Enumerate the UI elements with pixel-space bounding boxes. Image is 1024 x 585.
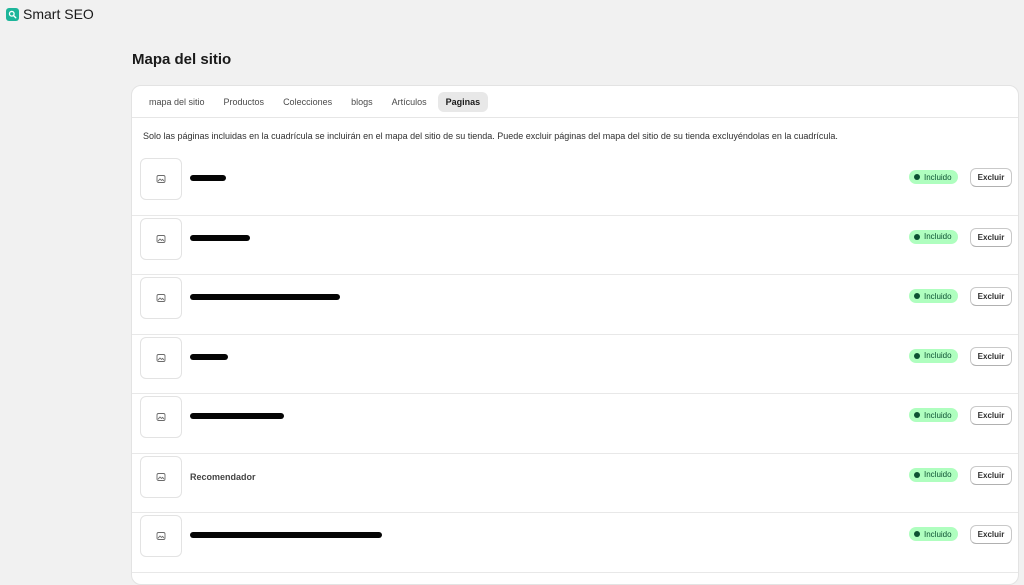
redaction-mark [190, 234, 250, 241]
exclude-button[interactable]: Excluir [970, 465, 1012, 485]
image-placeholder-icon [140, 217, 182, 260]
status-dot-icon [914, 531, 920, 537]
pages-list: Incluido Excluir Incluido Excluir Inclui… [132, 156, 1018, 573]
exclude-button[interactable]: Excluir [970, 346, 1012, 366]
sitemap-card: mapa del sitio Productos Colecciones blo… [131, 85, 1019, 585]
list-item: Incluido Excluir [132, 513, 1018, 573]
image-placeholder-icon [140, 396, 182, 438]
status-dot-icon [914, 174, 920, 180]
list-item: Incluido Excluir [132, 275, 1018, 335]
tab-sitemap[interactable]: mapa del sitio [141, 92, 213, 112]
status-badge: Incluido [909, 408, 958, 422]
list-item: Recomendador Incluido Excluir [132, 454, 1018, 513]
status-dot-icon [914, 412, 920, 418]
image-placeholder-icon [140, 336, 182, 379]
app-name: Smart SEO [23, 6, 94, 22]
redaction-mark [190, 413, 284, 419]
tab-pages[interactable]: Paginas [437, 91, 489, 112]
redaction-mark [190, 353, 228, 360]
status-badge: Incluido [909, 229, 958, 244]
page-title-text: Recomendador [190, 471, 256, 482]
image-placeholder-icon [140, 277, 182, 319]
image-placeholder-icon [140, 515, 182, 557]
status-dot-icon [914, 293, 920, 299]
status-badge: Incluido [909, 348, 958, 363]
exclude-button[interactable]: Excluir [970, 227, 1012, 247]
redaction-mark [190, 532, 382, 538]
list-item: Incluido Excluir [132, 216, 1018, 275]
tab-blogs[interactable]: blogs [343, 92, 381, 112]
list-item: Incluido Excluir [132, 335, 1018, 394]
status-dot-icon [914, 471, 920, 478]
tab-products[interactable]: Productos [216, 92, 273, 112]
status-badge: Incluido [909, 527, 958, 541]
exclude-button[interactable]: Excluir [970, 168, 1012, 187]
tab-articles[interactable]: Artículos [384, 92, 435, 112]
status-badge: Incluido [909, 170, 958, 184]
status-dot-icon [914, 233, 920, 240]
magnifier-icon [6, 7, 19, 21]
page-title: Mapa del sitio [132, 51, 232, 68]
exclude-button[interactable]: Excluir [970, 287, 1012, 306]
exclude-button[interactable]: Excluir [970, 525, 1012, 544]
status-badge: Incluido [909, 467, 958, 482]
image-placeholder-icon [140, 455, 182, 498]
redaction-mark [190, 294, 340, 300]
tab-collections[interactable]: Colecciones [275, 92, 340, 112]
list-item: Incluido Excluir [132, 156, 1018, 216]
redaction-mark [190, 175, 226, 181]
top-bar: Smart SEO [0, 0, 1024, 28]
exclude-button[interactable]: Excluir [970, 406, 1012, 425]
status-dot-icon [914, 352, 920, 359]
list-item: Incluido Excluir [132, 394, 1018, 454]
image-placeholder-icon [140, 158, 182, 200]
status-badge: Incluido [909, 289, 958, 303]
tab-bar: mapa del sitio Productos Colecciones blo… [132, 86, 1018, 118]
